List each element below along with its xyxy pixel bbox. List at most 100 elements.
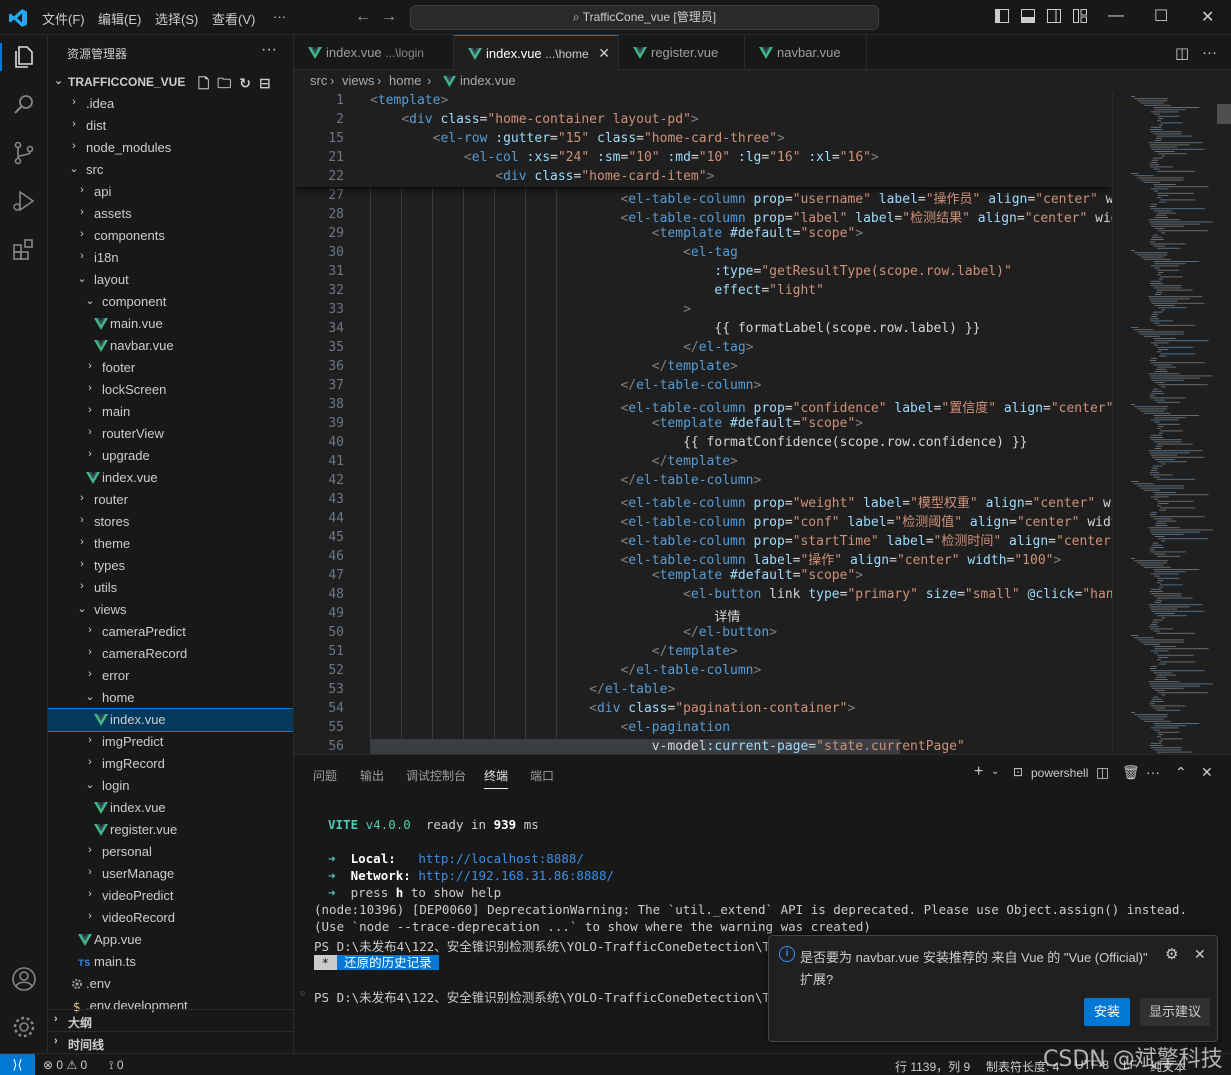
tree-item[interactable]: App.vue [48, 929, 293, 951]
code-line[interactable]: <el-table-column prop="startTime" label=… [370, 530, 1112, 549]
maximize-icon[interactable]: ☐ [1154, 6, 1168, 26]
code-line[interactable]: <template #default="scope"> [370, 226, 863, 241]
panel-tab-ports[interactable]: 端口 [530, 767, 554, 784]
menu-file[interactable]: 文件(F) [42, 9, 85, 28]
code-line[interactable]: {{ formatLabel(scope.row.label) }} [370, 321, 980, 336]
minimize-icon[interactable]: — [1108, 7, 1124, 25]
back-arrow-icon[interactable]: ← [355, 8, 371, 26]
search-icon[interactable] [10, 91, 38, 119]
show-recommendations-button[interactable]: 显示建议 [1140, 998, 1210, 1026]
tree-item[interactable]: index.vue [48, 797, 293, 819]
tree-item[interactable]: .env [48, 973, 293, 995]
tree-item[interactable]: › userManage [48, 863, 293, 885]
tree-item[interactable]: ⌄ src [48, 159, 293, 181]
tree-item[interactable]: › videoRecord [48, 907, 293, 929]
code-line[interactable]: </template> [370, 359, 738, 374]
source-control-icon[interactable] [10, 139, 38, 167]
tree-item[interactable]: main.vue [48, 313, 293, 335]
ports-indicator[interactable]: ⟟ 0 [109, 1058, 124, 1073]
tree-item[interactable]: › footer [48, 357, 293, 379]
new-file-icon[interactable]: 🗋 [198, 75, 217, 91]
forward-arrow-icon[interactable]: → [381, 8, 397, 26]
local-url-link[interactable]: http://localhost:8888/ [418, 851, 584, 866]
trash-icon[interactable]: 🗑 [1122, 764, 1140, 781]
tree-item[interactable]: › theme [48, 533, 293, 555]
extensions-icon[interactable] [10, 235, 38, 263]
vertical-scrollbar[interactable] [1217, 104, 1231, 124]
code-line[interactable]: effect="light" [370, 283, 824, 298]
menu-edit[interactable]: 编辑(E) [98, 9, 141, 28]
tree-item[interactable]: › imgPredict [48, 731, 293, 753]
code-line[interactable]: </el-tag> [370, 340, 753, 355]
code-line[interactable]: v-model:current-page="state.currentPage" [370, 739, 965, 754]
manage-gear-icon[interactable] [10, 1013, 38, 1041]
refresh-icon[interactable]: ↻ [239, 75, 259, 91]
collapse-all-icon[interactable]: ⊟ [259, 75, 279, 91]
tree-item[interactable]: › error [48, 665, 293, 687]
panel-tab-output[interactable]: 输出 [360, 767, 384, 784]
menu-more[interactable]: ··· [273, 9, 286, 24]
sticky-code-line[interactable]: <el-col :xs="24" :sm="10" :md="10" :lg="… [370, 150, 879, 165]
project-header[interactable]: ⌄ TRAFFICCONE_VUE 🗋🗀↻⊟ [48, 71, 293, 93]
tab-register[interactable]: register.vue [619, 35, 745, 70]
code-line[interactable]: 详情 [370, 606, 740, 625]
tree-item[interactable]: › imgRecord [48, 753, 293, 775]
command-center-search[interactable]: ⌕ TrafficCone_vue [管理员] [410, 5, 879, 30]
code-line[interactable]: </el-button> [370, 625, 777, 640]
code-line[interactable]: {{ formatConfidence(scope.row.confidence… [370, 435, 1027, 450]
tree-item[interactable]: ⌄ home [48, 687, 293, 709]
tab-navbar[interactable]: navbar.vue [745, 35, 867, 70]
more-actions-icon[interactable]: ··· [1146, 764, 1160, 780]
breadcrumb-file[interactable]: index.vue [460, 73, 516, 88]
terminal-shell-name[interactable]: powershell [1031, 766, 1088, 780]
code-line[interactable]: :type="getResultType(scope.row.label)" [370, 264, 1011, 279]
tree-item[interactable]: index.vue [48, 708, 293, 732]
split-editor-icon[interactable]: ◫ [1175, 44, 1189, 62]
tree-item[interactable]: › videoPredict [48, 885, 293, 907]
tree-item[interactable]: › lockScreen [48, 379, 293, 401]
tree-item[interactable]: › personal [48, 841, 293, 863]
maximize-panel-icon[interactable]: ⌃ [1175, 764, 1187, 781]
breadcrumb-home[interactable]: home [389, 73, 422, 88]
tree-item[interactable]: index.vue [48, 467, 293, 489]
panel-tab-terminal[interactable]: 终端 [484, 767, 509, 789]
tree-item[interactable]: › dist [48, 115, 293, 137]
tree-item[interactable]: › .idea [48, 93, 293, 115]
code-line[interactable]: <el-pagination [370, 720, 730, 735]
sticky-code-line[interactable]: <template> [370, 93, 448, 108]
sticky-code-line[interactable]: <el-row :gutter="15" class="home-card-th… [370, 131, 785, 146]
tree-item[interactable]: ⌄ login [48, 775, 293, 797]
tree-item[interactable]: › utils [48, 577, 293, 599]
minimap[interactable] [1112, 92, 1231, 755]
tree-item[interactable]: › routerView [48, 423, 293, 445]
code-line[interactable]: <div class="pagination-container"> [370, 701, 855, 716]
run-debug-icon[interactable] [10, 187, 38, 215]
code-line[interactable]: </template> [370, 454, 738, 469]
timeline-section[interactable]: › 时间线 [48, 1031, 293, 1053]
close-window-icon[interactable]: ✕ [1201, 7, 1214, 27]
code-editor[interactable]: 1 <template> 2 <div class="home-container … [294, 92, 1112, 754]
tab-login-index[interactable]: index.vue ...\login [294, 35, 454, 70]
sticky-code-line[interactable]: <div class="home-container layout-pd"> [370, 112, 698, 127]
breadcrumb-views[interactable]: views [342, 73, 375, 88]
new-folder-icon[interactable]: 🗀 [217, 75, 239, 91]
gear-icon[interactable]: ⚙ [1165, 945, 1178, 963]
code-line[interactable]: <el-table-column prop="weight" label="模型… [370, 492, 1112, 511]
tree-item[interactable]: › node_modules [48, 137, 293, 159]
tree-item[interactable]: › api [48, 181, 293, 203]
more-actions-icon[interactable]: ··· [1202, 44, 1217, 61]
problems-indicator[interactable]: ⊗ 0 ⚠ 0 [43, 1058, 87, 1072]
tree-item[interactable]: navbar.vue [48, 335, 293, 357]
tree-item[interactable]: › router [48, 489, 293, 511]
more-actions-icon[interactable]: ··· [261, 41, 277, 59]
tab-home-index[interactable]: index.vue ...\home ✕ [454, 35, 619, 71]
split-terminal-icon[interactable]: ◫ [1096, 764, 1109, 781]
sticky-code-line[interactable]: <div class="home-card-item"> [370, 169, 714, 184]
code-line[interactable]: <el-table-column label="操作" align="cente… [370, 549, 1061, 568]
code-line[interactable]: </el-table-column> [370, 663, 761, 678]
tree-item[interactable]: TS main.ts [48, 951, 293, 973]
tree-item[interactable]: › assets [48, 203, 293, 225]
menu-view[interactable]: 查看(V) [212, 9, 255, 28]
code-line[interactable]: </template> [370, 644, 738, 659]
panel-tab-problems[interactable]: 问题 [313, 767, 337, 784]
